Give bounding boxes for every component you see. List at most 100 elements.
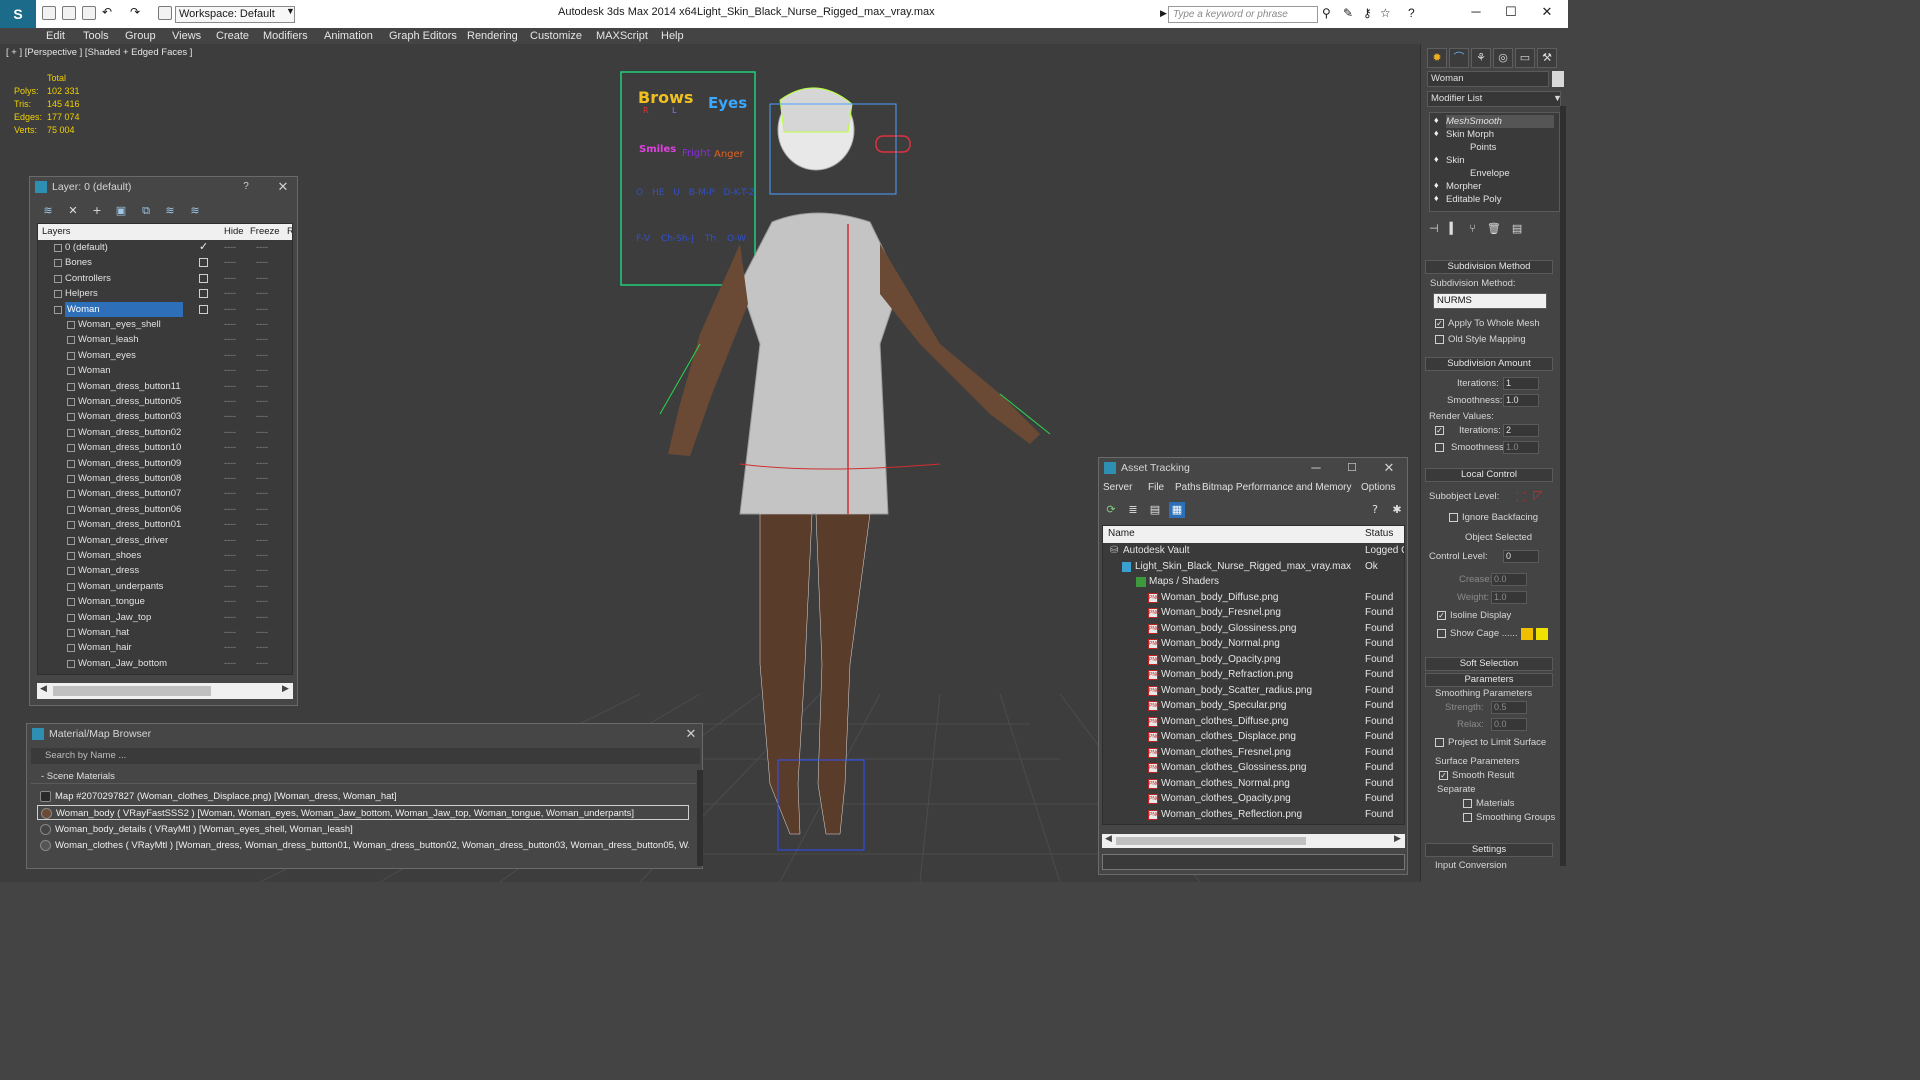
hide-toggle[interactable]: ----	[224, 579, 236, 594]
freeze-toggle[interactable]: ----	[256, 471, 268, 486]
asset-row[interactable]: PNG Woman_body_Refraction.png Found	[1103, 667, 1404, 683]
expand-search-icon[interactable]: ▶	[1160, 8, 1167, 19]
hide-toggle[interactable]: ----	[224, 379, 236, 394]
asset-row[interactable]: PNG Woman_body_Glossiness.png Found	[1103, 621, 1404, 637]
freeze-toggle[interactable]: ----	[256, 640, 268, 655]
menu-animation[interactable]: Animation	[324, 28, 373, 44]
asset-row[interactable]: PNG Woman_clothes_Opacity.png Found	[1103, 791, 1404, 807]
layer-row[interactable]: Woman_hat ---- ----	[38, 625, 292, 641]
freeze-toggle[interactable]: ----	[256, 425, 268, 440]
freeze-toggle[interactable]: ----	[256, 286, 268, 301]
old-style-mapping-checkbox[interactable]	[1435, 335, 1444, 344]
scroll-left-icon[interactable]: ◀	[1105, 834, 1112, 844]
new-file-icon[interactable]	[42, 6, 56, 20]
hide-toggle[interactable]: ----	[224, 332, 236, 347]
layer-row[interactable]: Woman_Jaw_bottom ---- ----	[38, 656, 292, 672]
hide-toggle[interactable]: ----	[224, 533, 236, 548]
save-file-icon[interactable]	[82, 6, 96, 20]
material-row[interactable]: Woman_body ( VRayFastSSS2 ) [Woman, Woma…	[37, 805, 689, 820]
subdivision-method-rollout[interactable]: Subdivision Method	[1425, 260, 1553, 274]
hide-toggle[interactable]: ----	[224, 656, 236, 671]
current-layer-checkbox[interactable]	[199, 304, 208, 314]
modifier-toggle-icon[interactable]: ♦	[1434, 180, 1439, 190]
utilities-tab-icon[interactable]: ⚒	[1537, 48, 1557, 68]
help-icon[interactable]: ?	[1408, 6, 1415, 20]
asset-menu-paths[interactable]: Paths	[1175, 482, 1201, 493]
layer-row[interactable]: Woman_dress_button09 ---- ----	[38, 456, 292, 472]
open-file-icon[interactable]	[62, 6, 76, 20]
modifier-toggle-icon[interactable]: ♦	[1434, 154, 1439, 164]
asset-row[interactable]: PNG Woman_body_Diffuse.png Found	[1103, 590, 1404, 606]
parameters-rollout[interactable]: Parameters	[1425, 673, 1553, 687]
asset-row[interactable]: PNG Woman_body_Scatter_radius.png Found	[1103, 683, 1404, 699]
asset-horizontal-scrollbar[interactable]: ◀ ▶	[1102, 834, 1405, 848]
remove-modifier-icon[interactable]: 🗑	[1487, 223, 1501, 235]
freeze-toggle[interactable]: ----	[256, 594, 268, 609]
layer-row[interactable]: Woman_eyes_shell ---- ----	[38, 317, 292, 333]
soft-selection-rollout[interactable]: Soft Selection	[1425, 657, 1553, 671]
freeze-toggle[interactable]: ----	[256, 502, 268, 517]
material-browser-title[interactable]: Material/Map Browser ✕	[27, 724, 702, 744]
asset-row[interactable]: Light_Skin_Black_Nurse_Rigged_max_vray.m…	[1103, 559, 1404, 575]
refresh-icon[interactable]: ⟳	[1103, 502, 1119, 518]
menu-customize[interactable]: Customize	[530, 28, 582, 44]
hide-toggle[interactable]: ----	[224, 409, 236, 424]
material-row[interactable]: Map #2070297827 (Woman_clothes_Displace.…	[37, 789, 689, 804]
layer-row[interactable]: Controllers ---- ----	[38, 271, 292, 287]
cage-color-swatch[interactable]	[1521, 628, 1533, 640]
col-layers[interactable]: Layers	[42, 226, 71, 237]
object-color-swatch[interactable]	[1552, 71, 1564, 87]
hide-toggle[interactable]: ----	[224, 240, 236, 255]
scroll-left-icon[interactable]: ◀	[40, 684, 47, 694]
configure-sets-icon[interactable]: ▤	[1512, 223, 1522, 235]
modifier-stack-item[interactable]: MeshSmooth	[1446, 115, 1554, 128]
apply-whole-mesh-checkbox[interactable]: ✓	[1435, 319, 1444, 328]
minimize-icon[interactable]: ─	[1465, 4, 1487, 22]
freeze-toggle[interactable]: ----	[256, 656, 268, 671]
layer-row[interactable]: Woman_leash ---- ----	[38, 332, 292, 348]
smoothness-spinner[interactable]: 1.0	[1503, 394, 1539, 407]
layer-row[interactable]: Woman_Jaw_top ---- ----	[38, 610, 292, 626]
modify-tab-icon[interactable]: ⌒	[1449, 48, 1469, 68]
modifier-toggle-icon[interactable]: ♦	[1434, 115, 1439, 125]
control-level-spinner[interactable]: 0	[1503, 550, 1539, 563]
project-folder-icon[interactable]	[158, 6, 172, 20]
show-end-result-icon[interactable]: ▍	[1450, 223, 1458, 235]
asset-menu-server[interactable]: Server	[1103, 482, 1132, 493]
layer-row[interactable]: Woman_dress_button07 ---- ----	[38, 486, 292, 502]
make-unique-icon[interactable]: ⑂	[1469, 223, 1476, 235]
menu-maxscript[interactable]: MAXScript	[596, 28, 648, 44]
asset-row[interactable]: PNG Woman_clothes_Diffuse.png Found	[1103, 714, 1404, 730]
asset-status-field[interactable]	[1102, 854, 1405, 870]
modifier-stack-item[interactable]: Skin	[1446, 154, 1464, 167]
list-view-icon[interactable]: ≣	[1125, 502, 1141, 518]
layer-row[interactable]: 0 (default) ✓ ---- ----	[38, 240, 292, 256]
menu-group[interactable]: Group	[125, 28, 156, 44]
asset-row[interactable]: PNG Woman_body_Normal.png Found	[1103, 636, 1404, 652]
hide-toggle[interactable]: ----	[224, 286, 236, 301]
render-smoothness-spinner[interactable]: 1.0	[1503, 441, 1539, 454]
hide-toggle[interactable]: ----	[224, 517, 236, 532]
isoline-display-checkbox[interactable]: ✓	[1437, 611, 1446, 620]
current-layer-checkbox[interactable]	[199, 289, 208, 299]
layer-row[interactable]: Woman_hair ---- ----	[38, 640, 292, 656]
freeze-toggle[interactable]: ----	[256, 348, 268, 363]
layer-row[interactable]: Woman_dress_button06 ---- ----	[38, 502, 292, 518]
help-button[interactable]: ?	[238, 178, 254, 196]
motion-tab-icon[interactable]: ◎	[1493, 48, 1513, 68]
display-tab-icon[interactable]: ▭	[1515, 48, 1535, 68]
asset-row[interactable]: PNG Woman_clothes_Displace.png Found	[1103, 729, 1404, 745]
asset-row[interactable]: Maps / Shaders	[1103, 574, 1404, 590]
close-icon[interactable]: ✕	[1381, 459, 1397, 477]
freeze-toggle[interactable]: ----	[256, 363, 268, 378]
render-smoothness-checkbox[interactable]	[1435, 443, 1444, 452]
asset-row[interactable]: PNG Woman_clothes_Normal.png Found	[1103, 776, 1404, 792]
layer-row[interactable]: Woman ---- ----	[38, 363, 292, 379]
freeze-toggle[interactable]: ----	[256, 240, 268, 255]
layer-row[interactable]: Helpers ---- ----	[38, 286, 292, 302]
object-name-field[interactable]: Woman	[1427, 71, 1549, 87]
search-input[interactable]: Type a keyword or phrase	[1168, 6, 1318, 23]
asset-menu-options[interactable]: Options	[1361, 482, 1395, 493]
scroll-thumb[interactable]	[1116, 837, 1306, 845]
crease-spinner[interactable]: 0.0	[1491, 573, 1527, 586]
